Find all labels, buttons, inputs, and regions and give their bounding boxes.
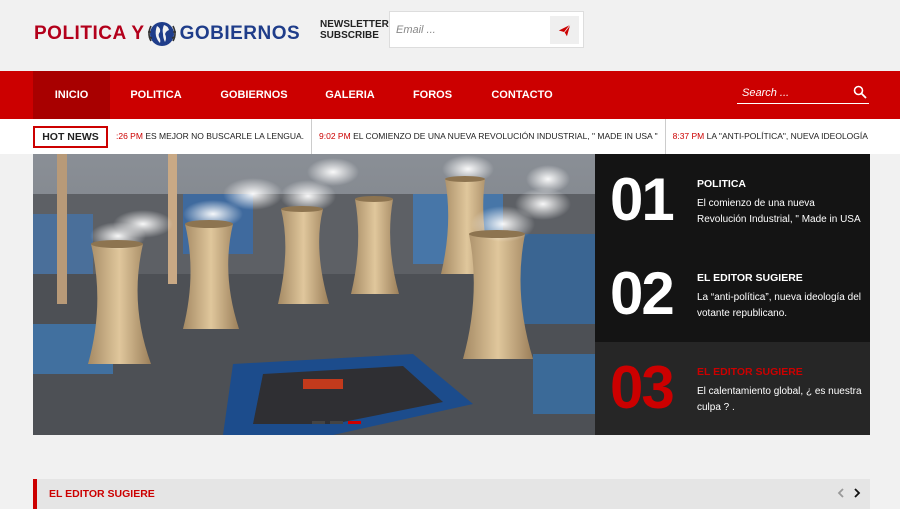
nav-item-contacto[interactable]: CONTACTO	[482, 71, 562, 119]
featured-title[interactable]: El comienzo de una nueva Revolución Indu…	[697, 196, 867, 228]
slider-dot[interactable]	[330, 421, 343, 424]
featured-item-3[interactable]: 03 EL EDITOR SUGIERE El calentamiento gl…	[595, 342, 870, 435]
featured-title[interactable]: La “anti-política”, nueva ideología del …	[697, 290, 867, 322]
ticker-item[interactable]: :26 PM ES MEJOR NO BUSCARLE LA LENGUA.	[116, 119, 313, 154]
featured-number: 01	[610, 166, 675, 233]
nav-item-inicio[interactable]: INICIO	[33, 71, 110, 119]
newsletter-label: NEWSLETTER SUBSCRIBE	[320, 19, 389, 41]
send-icon	[558, 24, 571, 36]
page: POLITICA Y GOBIERNOS NEWSLETTER SUBSCRIB…	[0, 0, 900, 509]
section-header: EL EDITOR SUGIERE	[33, 479, 870, 509]
slider-dots	[312, 421, 361, 424]
logo-text-politica: POLITICA Y	[34, 23, 145, 44]
newsletter-line1: NEWSLETTER	[320, 19, 389, 30]
site-header: POLITICA Y GOBIERNOS NEWSLETTER SUBSCRIB…	[0, 0, 900, 71]
email-input[interactable]	[396, 19, 546, 41]
nav-item-galeria[interactable]: GALERIA	[316, 71, 384, 119]
nav-item-gobiernos[interactable]: GOBIERNOS	[212, 71, 296, 119]
site-logo[interactable]: POLITICA Y GOBIERNOS	[34, 16, 300, 52]
featured-item-1[interactable]: 01 POLITICA El comienzo de una nueva Rev…	[595, 154, 870, 248]
featured-category[interactable]: POLITICA	[697, 178, 746, 190]
chevron-right-icon[interactable]	[852, 487, 862, 499]
main-nav: INICIO POLITICA GOBIERNOS GALERIA FOROS …	[0, 71, 900, 119]
logo-text-gobiernos: GOBIERNOS	[179, 23, 301, 44]
ticker-item[interactable]: 8:37 PM LA "ANTI-POLÍTICA", NUEVA IDEOLO…	[666, 119, 870, 154]
search-input[interactable]	[742, 84, 847, 102]
featured-number: 03	[610, 354, 675, 421]
featured-list: 01 POLITICA El comienzo de una nueva Rev…	[595, 154, 870, 435]
hot-news-bar: HOT NEWS :26 PM ES MEJOR NO BUSCARLE LA …	[0, 119, 900, 154]
globe-icon	[147, 22, 176, 46]
slider-dot-active[interactable]	[348, 421, 361, 424]
search-icon[interactable]	[853, 85, 867, 99]
power-plant-image	[33, 154, 595, 435]
featured-category[interactable]: EL EDITOR SUGIERE	[697, 272, 803, 284]
newsletter-line2: SUBSCRIBE	[320, 30, 379, 41]
chevron-left-icon[interactable]	[836, 487, 846, 499]
hot-news-label: HOT NEWS	[33, 126, 108, 148]
featured-title[interactable]: El calentamiento global, ¿ es nuestra cu…	[697, 384, 867, 416]
featured-category[interactable]: EL EDITOR SUGIERE	[697, 366, 803, 378]
newsletter-form	[389, 11, 584, 48]
ticker-item[interactable]: 9:02 PM EL COMIENZO DE UNA NUEVA REVOLUC…	[312, 119, 666, 154]
news-ticker: :26 PM ES MEJOR NO BUSCARLE LA LENGUA. 9:…	[116, 119, 870, 154]
nav-item-foros[interactable]: FOROS	[405, 71, 460, 119]
nav-item-politica[interactable]: POLITICA	[120, 71, 192, 119]
featured-item-2[interactable]: 02 EL EDITOR SUGIERE La “anti-política”,…	[595, 248, 870, 342]
slider-dot[interactable]	[312, 421, 325, 424]
search-box	[737, 82, 869, 104]
featured-slider-image[interactable]	[33, 154, 595, 435]
subscribe-button[interactable]	[550, 16, 579, 44]
section-title: EL EDITOR SUGIERE	[49, 488, 155, 500]
featured-number: 02	[610, 260, 675, 327]
